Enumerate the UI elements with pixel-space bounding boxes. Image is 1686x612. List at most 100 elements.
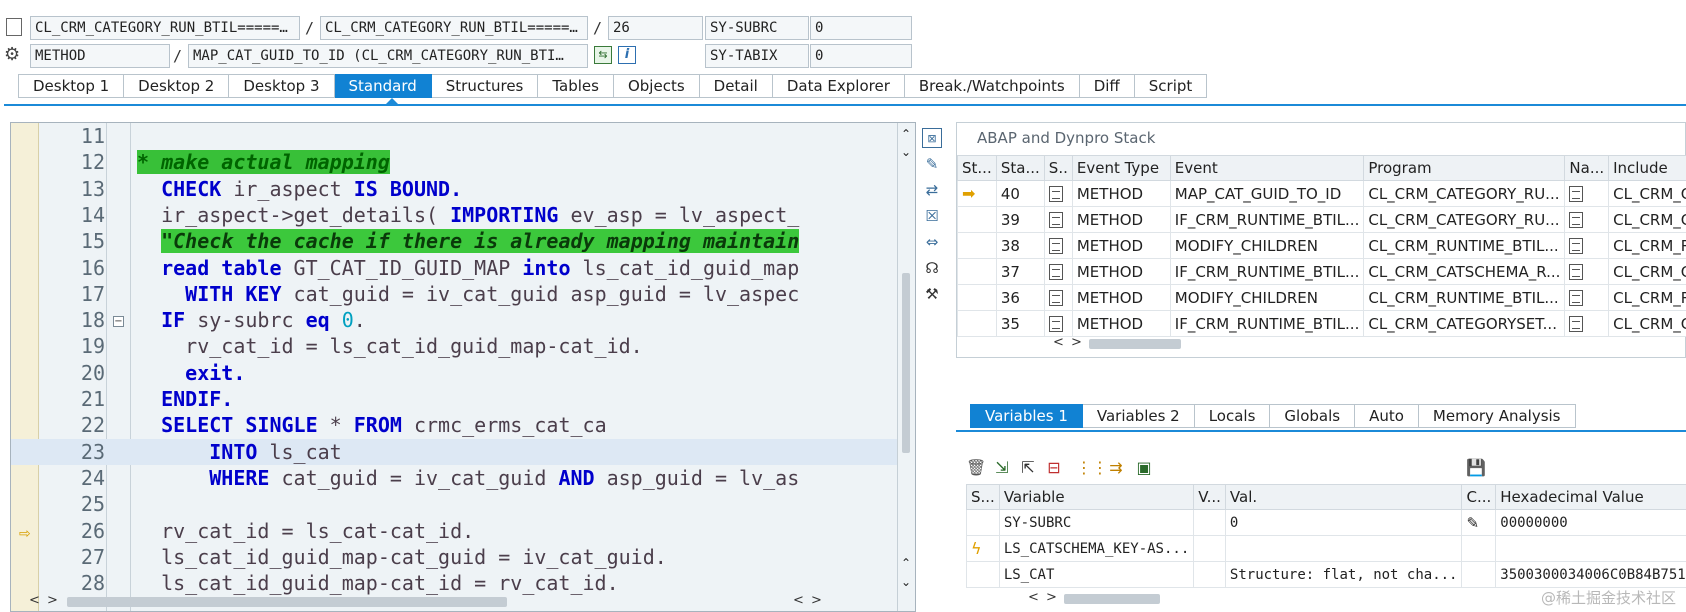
code-line[interactable]: 18 IF sy-subrc eq 0. [11,307,901,333]
stack-program[interactable]: CL_CRM_RUNTIME_BTIL... [1363,232,1566,259]
stack-nav-cell[interactable] [1564,310,1610,337]
code-line[interactable]: 12 * make actual mapping [11,149,901,175]
stack-row[interactable]: 39 METHOD IF_CRM_RUNTIME_BTIL... CL_CRM_CAT… [957,206,1686,233]
code-line[interactable]: 13 CHECK ir_aspect IS BOUND. [11,176,901,202]
var-tab-variables-2[interactable]: Variables 2 [1082,404,1195,428]
vars-hscrollbar[interactable]: < > [1028,590,1228,608]
variable-value[interactable]: 0 [1224,509,1463,536]
sysfield1-value[interactable]: 0 [810,16,912,40]
navigate-document-icon[interactable] [1569,238,1584,254]
variable-value[interactable]: Structure: flat, not cha... [1224,561,1463,588]
var-tab-locals[interactable]: Locals [1194,404,1271,428]
line-number-field[interactable]: 26 [608,16,703,40]
stack-row[interactable]: 38 METHOD MODIFY_CHILDREN CL_CRM_RUNTIME_BT… [957,232,1686,259]
variable-name[interactable]: LS_CATSCHEMA_KEY-AS... [998,535,1195,562]
scroll-down-icon[interactable]: ⌄ [901,145,911,159]
stack-column-header[interactable]: Event [1169,155,1365,181]
code-line[interactable]: 16 read table GT_CAT_ID_GUID_MAP into ls… [11,255,901,281]
stack-nav-cell[interactable] [1564,284,1610,311]
variables-column-header[interactable]: Val. [1224,484,1463,510]
sysfield2-value[interactable]: 0 [810,44,912,68]
variable-change-cell[interactable] [1461,535,1497,562]
var-tab-globals[interactable]: Globals [1270,404,1356,428]
stack-nav-cell[interactable] [1564,206,1610,233]
editor-vscrollbar[interactable]: ⌃ ⌄ ⌃ ⌄ [897,123,915,611]
headset-icon[interactable]: ☊ [922,258,942,278]
tab-break-watchpoints[interactable]: Break./Watchpoints [904,74,1080,98]
scroll-down-icon[interactable]: ⌄ [901,575,911,589]
code-line[interactable]: 26 rv_cat_id = ls_cat-cat_id. [11,518,901,544]
navigate-document-icon[interactable] [1569,264,1584,280]
sort-icon[interactable]: ⋮⋮ [1076,458,1108,478]
code-line[interactable]: 19 rv_cat_id = ls_cat_id_guid_map-cat_id… [11,333,901,359]
info-icon[interactable]: i [618,46,636,64]
variable-row[interactable]: LS_CAT Structure: flat, not cha... 3500300… [966,561,1686,588]
stack-program[interactable]: CL_CRM_CATEGORY_RU... [1363,206,1566,233]
tab-desktop-1[interactable]: Desktop 1 [18,74,125,98]
stack-program[interactable]: CL_CRM_CATEGORY_RU... [1363,180,1566,207]
code-line[interactable]: 25 [11,491,901,517]
code-line[interactable]: 22 SELECT SINGLE * FROM crmc_erms_cat_ca [11,412,901,438]
code-line[interactable]: 11 [11,123,901,149]
layout-icon[interactable]: ▣ [1134,458,1154,478]
var-tab-memory-analysis[interactable]: Memory Analysis [1418,404,1576,428]
stack-column-header[interactable]: St... [957,155,997,181]
variable-change-cell[interactable]: ✎ [1461,509,1497,536]
edit-icon[interactable]: ✎ [922,154,942,174]
tab-data-explorer[interactable]: Data Explorer [772,74,905,98]
stack-column-header[interactable]: Include [1608,155,1686,181]
stack-column-header[interactable]: Na... [1564,155,1610,181]
tab-standard[interactable]: Standard [334,74,432,98]
stack-event[interactable]: IF_CRM_RUNTIME_BTIL... [1169,258,1365,285]
stack-event[interactable]: MODIFY_CHILDREN [1169,284,1365,311]
code-line[interactable]: 20 exit. [11,360,901,386]
scroll-right-icon[interactable]: > [47,593,58,608]
stack-event[interactable]: IF_CRM_RUNTIME_BTIL... [1169,206,1365,233]
stack-event[interactable]: IF_CRM_RUNTIME_BTIL... [1169,310,1365,337]
var-tab-variables-1[interactable]: Variables 1 [970,404,1083,428]
scroll-left-icon[interactable]: < [793,593,804,608]
variable-name[interactable]: SY-SUBRC [998,509,1195,536]
navigate-document-icon[interactable] [1569,290,1584,306]
table-icon[interactable]: ⊠ [922,128,942,148]
tab-desktop-2[interactable]: Desktop 2 [124,74,230,98]
tab-tables[interactable]: Tables [538,74,614,98]
scroll-left-icon[interactable]: < [29,593,40,608]
variable-row[interactable]: ϟ LS_CATSCHEMA_KEY-AS... [966,535,1686,562]
variable-name[interactable]: LS_CAT [998,561,1195,588]
tab-objects[interactable]: Objects [613,74,700,98]
stack-row[interactable]: ➡ 40 METHOD MAP_CAT_GUID_TO_ID CL_CRM_CATEGO… [957,180,1686,207]
navigate-document-icon[interactable] [1569,186,1584,202]
navigate-document-icon[interactable] [1569,316,1584,332]
close-box-icon[interactable]: ☒ [922,206,942,226]
stack-hscrollbar[interactable]: < > [1053,335,1253,353]
stack-event[interactable]: MAP_CAT_GUID_TO_ID [1169,180,1365,207]
code-line[interactable]: 15 "Check the cache if there is already … [11,228,901,254]
tab-script[interactable]: Script [1134,74,1208,98]
tab-diff[interactable]: Diff [1079,74,1135,98]
hscroll-thumb[interactable] [1064,594,1160,604]
stack-column-header[interactable]: Event Type [1071,155,1171,181]
variables-column-header[interactable]: V... [1193,484,1226,510]
stack-row[interactable]: 36 METHOD MODIFY_CHILDREN CL_CRM_RUNTIME_BT… [957,284,1686,311]
tab-structures[interactable]: Structures [431,74,539,98]
code-line[interactable]: 27 ls_cat_id_guid_map-cat_guid = iv_cat_… [11,544,901,570]
scroll-right-icon[interactable]: > [811,593,822,608]
variables-column-header[interactable]: Hexadecimal Value [1495,484,1686,510]
code-line[interactable]: 14 ir_aspect->get_details( IMPORTING ev_… [11,202,901,228]
stack-column-header[interactable]: Program [1363,155,1566,181]
tab-desktop-3[interactable]: Desktop 3 [229,74,335,98]
pencil-icon[interactable]: ✎ [1466,514,1479,532]
scroll-up-icon[interactable]: ⌃ [901,127,911,141]
include-field[interactable]: CL_CRM_CATEGORY_RUN_BTIL=====… [320,16,588,40]
import-icon[interactable]: ⇲ [992,458,1012,478]
stack-program[interactable]: CL_CRM_RUNTIME_BTIL... [1363,284,1566,311]
program-field[interactable]: CL_CRM_CATEGORY_RUN_BTIL=====… [30,16,300,40]
editor-hscrollbar[interactable]: < > < > [11,593,897,611]
scroll-right-icon[interactable]: > [1046,590,1057,605]
hscroll-thumb[interactable] [67,597,507,607]
code-editor[interactable]: 11 12 * make actual mapping 13 CHECK ir_asp… [10,122,916,612]
var-tab-auto[interactable]: Auto [1355,404,1419,428]
navigate-document-icon[interactable] [1569,212,1584,228]
variables-column-header[interactable]: S... [966,484,1000,510]
